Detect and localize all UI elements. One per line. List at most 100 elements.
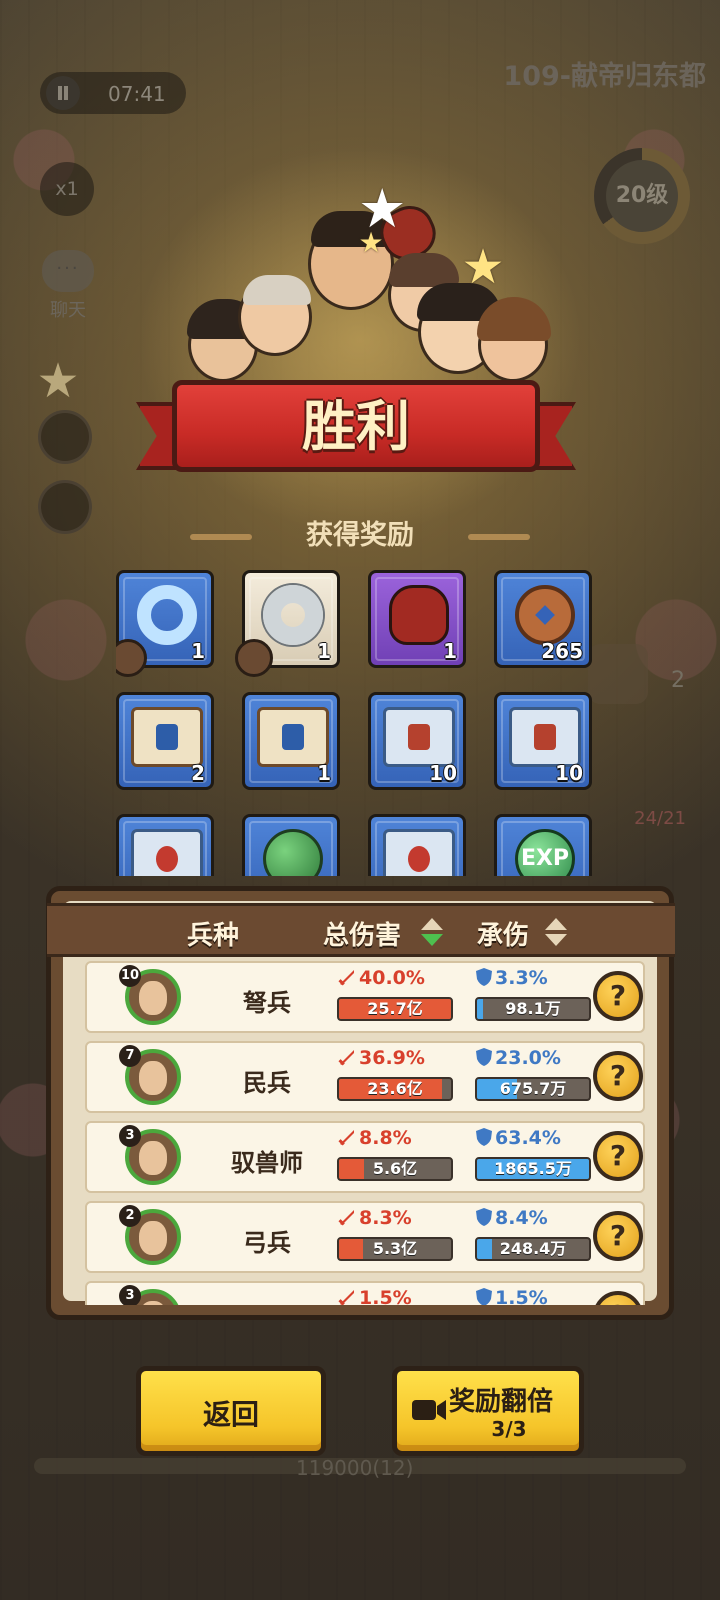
unit-level: 3 (119, 1285, 141, 1305)
unit-name: 民兵 (243, 1069, 291, 1097)
damage-percent: 8.8% (337, 1127, 447, 1149)
unit-help-button[interactable]: ? (593, 1211, 643, 1261)
taken-percent-text: 8.4% (495, 1207, 548, 1229)
sword-icon (337, 1127, 357, 1147)
unit-name: 弓兵 (243, 1229, 291, 1257)
sword-scroll-icon (257, 707, 329, 767)
pause-timer-pill[interactable]: 07:41 (40, 72, 186, 114)
reward-count: 1 (317, 639, 331, 663)
reward-item[interactable]: 1 (235, 570, 340, 677)
unit-level: 7 (119, 1045, 141, 1067)
shield-icon (475, 1127, 493, 1147)
reward-count: 1 (443, 639, 457, 663)
chat-label: 聊天 (50, 300, 86, 321)
helmet-icon[interactable] (38, 480, 92, 534)
sword-icon (337, 1287, 357, 1305)
hero-badge-icon (116, 639, 147, 677)
taken-percent-text: 1.5% (495, 1287, 548, 1305)
star-icon: ★ (461, 239, 505, 295)
side-count: 2 (671, 668, 685, 693)
damage-value: 5.6亿 (372, 1159, 418, 1178)
sort-taken-icon[interactable] (545, 918, 567, 948)
cherry-tree-left (0, 0, 110, 1600)
double-reward-label: 奖励翻倍 (449, 1387, 554, 1417)
speed-toggle[interactable]: x1 (40, 162, 94, 216)
reward-item[interactable]: 10 (368, 692, 466, 790)
reward-count: 2 (191, 761, 205, 785)
taken-bar: 1865.5万 (475, 1157, 591, 1181)
unit-stat-row[interactable]: 3 1.5% 1.5%? (85, 1281, 645, 1305)
taken-value: 248.4万 (499, 1239, 567, 1258)
reward-item[interactable] (116, 814, 214, 876)
header-taken[interactable]: 承伤 (477, 915, 529, 952)
reward-item[interactable]: 265 (494, 570, 592, 668)
reward-item[interactable]: 10 (494, 692, 592, 790)
reward-item[interactable] (368, 814, 466, 876)
reward-count: 1 (317, 761, 331, 785)
damage-value: 23.6亿 (367, 1079, 423, 1098)
taken-bar: 98.1万 (475, 997, 591, 1021)
taken-bar: 248.4万 (475, 1237, 591, 1261)
battle-timer: 07:41 (108, 82, 166, 106)
reward-item[interactable]: 1 (116, 570, 214, 677)
reward-grid[interactable]: 1 1 1 265 2 1 10 10 EXP (116, 570, 604, 876)
damage-bar: 23.6亿 (337, 1077, 453, 1101)
sort-damage-icon[interactable] (421, 918, 443, 948)
unit-name: 弩兵 (243, 989, 291, 1017)
side-score: 24/21 (634, 808, 686, 829)
taken-percent-text: 3.3% (495, 967, 548, 989)
victory-banner: 胜利 (136, 380, 576, 490)
back-button-label: 返回 (202, 1398, 259, 1431)
double-reward-button[interactable]: 奖励翻倍 3/3 (392, 1366, 584, 1456)
crossbow-scroll-icon (383, 707, 455, 767)
unit-level: 10 (119, 965, 141, 987)
sword-icon (337, 1047, 357, 1067)
reward-count: 10 (555, 761, 583, 785)
tiger-scroll-icon (383, 829, 455, 876)
ornament-right (468, 534, 530, 540)
reward-item[interactable] (242, 814, 340, 876)
damage-percent-text: 8.8% (359, 1127, 412, 1149)
shield-icon (475, 1287, 493, 1305)
blue-jade-icon (137, 585, 197, 645)
damage-percent-text: 36.9% (359, 1047, 425, 1069)
damage-bar: 25.7亿 (337, 997, 453, 1021)
damage-percent: 1.5% (337, 1287, 447, 1305)
lock-icon[interactable] (38, 410, 92, 464)
unit-stat-row[interactable]: 10 弩兵 40.0% 25.7亿 3.3% 98.1万? (85, 961, 645, 1033)
unit-help-button[interactable]: ? (593, 1051, 643, 1101)
taken-percent: 63.4% (475, 1127, 585, 1149)
player-level: 20级 (606, 160, 678, 232)
damage-percent-text: 40.0% (359, 967, 425, 989)
unit-stat-row[interactable]: 3 驭兽师 8.8% 5.6亿 63.4% 1865.5万? (85, 1121, 645, 1193)
chat-button[interactable]: ··· 聊天 (40, 250, 96, 322)
rewards-heading-text: 获得奖励 (306, 520, 414, 551)
taken-value: 98.1万 (505, 999, 561, 1018)
back-button[interactable]: 返回 (136, 1366, 326, 1456)
reward-item[interactable]: EXP (494, 814, 592, 876)
reward-item[interactable]: 1 (368, 570, 466, 668)
damage-percent-text: 8.3% (359, 1207, 412, 1229)
pause-icon[interactable] (46, 76, 80, 110)
taken-bar: 675.7万 (475, 1077, 591, 1101)
double-reward-count: 3/3 (491, 1417, 527, 1441)
unit-help-button[interactable]: ? (593, 1131, 643, 1181)
unit-stat-row[interactable]: 7 民兵 36.9% 23.6亿 23.0% 675.7万? (85, 1041, 645, 1113)
damage-value: 5.3亿 (372, 1239, 418, 1258)
header-damage[interactable]: 总伤害 (323, 915, 401, 952)
taken-percent-text: 63.4% (495, 1127, 561, 1149)
video-camera-icon (412, 1400, 446, 1420)
reward-item[interactable]: 2 (116, 692, 214, 790)
unit-stat-row[interactable]: 2 弓兵 8.3% 5.3亿 8.4% 248.4万? (85, 1201, 645, 1273)
unit-level: 3 (119, 1125, 141, 1147)
taken-value: 675.7万 (499, 1079, 567, 1098)
stats-list[interactable]: 10 弩兵 40.0% 25.7亿 3.3% 98.1万? 7 民兵 36.9% 23.6亿 23.… (85, 961, 645, 1305)
unit-help-button[interactable]: ? (593, 971, 643, 1021)
reward-item[interactable]: 1 (242, 692, 340, 790)
chat-bubble-icon: ··· (42, 250, 94, 292)
unit-help-button[interactable]: ? (593, 1291, 643, 1305)
taken-percent: 1.5% (475, 1287, 585, 1305)
hero-portrait (477, 297, 551, 382)
victory-title: 胜利 (302, 394, 410, 458)
copper-coin-icon (515, 585, 575, 645)
